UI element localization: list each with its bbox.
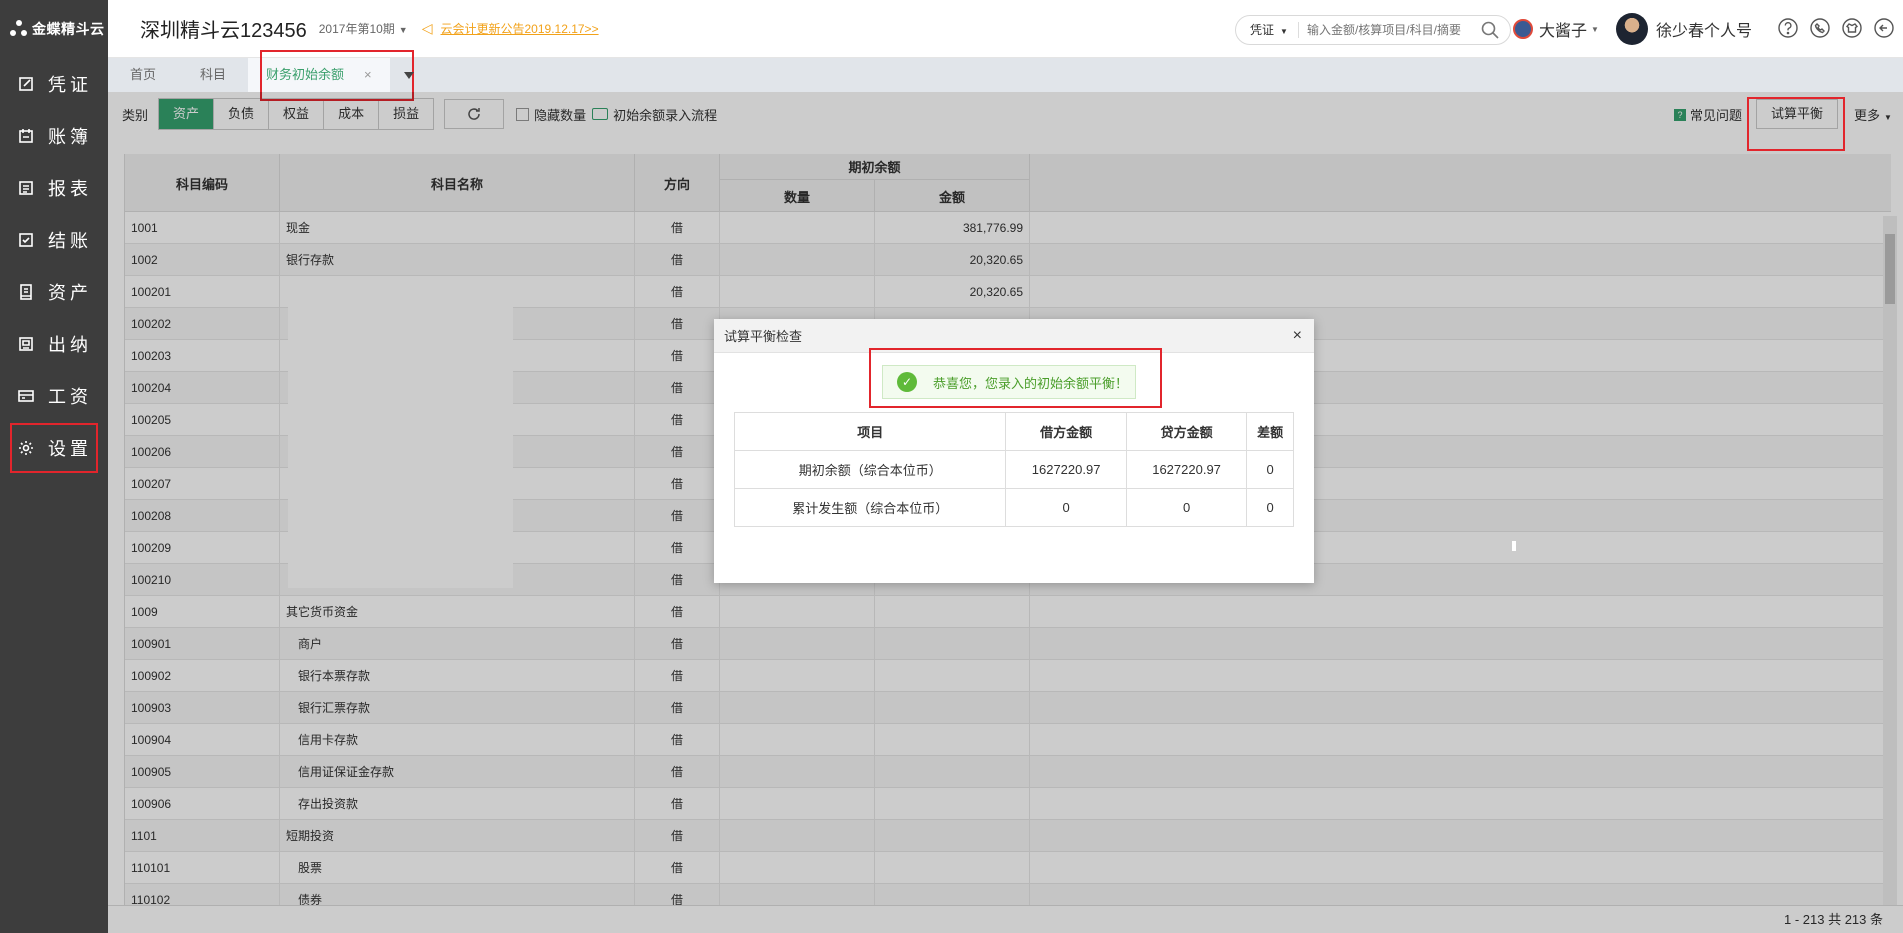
- period-label: 2017年第10期: [318, 22, 395, 36]
- dialog-col-header: 项目: [733, 412, 1007, 451]
- dialog-table-row: 累计发生额（综合本位币） 0 0 0: [733, 488, 1294, 527]
- dialog-cell: 0: [1125, 488, 1248, 527]
- sidebar-item-3[interactable]: 结账: [0, 214, 108, 266]
- checkbox-icon: [16, 230, 36, 250]
- app-root: 金蝶精斗云 凭证账簿报表结账资产出纳工资设置 深圳精斗云123456 2017年…: [0, 0, 1903, 933]
- dialog-cell: 1627220.97: [1005, 450, 1127, 489]
- dialog-table-header: 项目 借方金额 贷方金额 差额: [733, 412, 1294, 451]
- sidebar-item-label: 账簿: [48, 127, 92, 147]
- dialog-col-header: 借方金额: [1005, 412, 1127, 451]
- sidebar-item-4[interactable]: 资产: [0, 266, 108, 318]
- chevron-down-icon: ▼: [398, 25, 408, 35]
- sidebar-item-0[interactable]: 凭证: [0, 58, 108, 110]
- dialog-cell: 期初余额（综合本位币）: [733, 450, 1007, 489]
- search-input[interactable]: [1298, 23, 1480, 37]
- gear-icon: [16, 438, 36, 458]
- chevron-down-icon: ▼: [1280, 27, 1288, 36]
- user-name: 徐少春个人号: [1656, 23, 1753, 40]
- logo-icon: [10, 20, 28, 38]
- sidebar: 金蝶精斗云 凭证账簿报表结账资产出纳工资设置: [0, 0, 108, 933]
- sidebar-item-label: 出纳: [48, 335, 92, 355]
- cashier-icon: [16, 334, 36, 354]
- book-icon: [16, 126, 36, 146]
- check-icon: ✓: [897, 372, 917, 392]
- tab-accounts[interactable]: 科目: [178, 58, 248, 92]
- brand-name: 金蝶精斗云: [32, 21, 105, 37]
- account-name: 大酱子: [1539, 23, 1588, 40]
- dialog-col-header: 差额: [1246, 412, 1294, 451]
- megaphone-icon: ◁: [421, 20, 433, 36]
- trial-balance-dialog: 试算平衡检查 × ✓ 恭喜您，您录入的初始余额平衡！ 项目 借方金额 贷方金额 差额 …: [714, 319, 1314, 583]
- dialog-cell: 累计发生额（综合本位币）: [733, 488, 1007, 527]
- salary-icon: [16, 386, 36, 406]
- sidebar-item-label: 工资: [48, 387, 92, 407]
- cursor-mark: [1512, 541, 1516, 551]
- dialog-table-row: 期初余额（综合本位币） 1627220.97 1627220.97 0: [733, 450, 1294, 489]
- dialog-table-body: 期初余额（综合本位币） 1627220.97 1627220.97 0 累计发生额（综合…: [733, 450, 1294, 527]
- shirt-icon[interactable]: [1841, 17, 1863, 39]
- success-text: 恭喜您，您录入的初始余额平衡！: [933, 375, 1129, 391]
- chevron-down-icon: ▼: [1591, 24, 1599, 34]
- sidebar-item-1[interactable]: 账簿: [0, 110, 108, 162]
- avatar: [1616, 13, 1648, 45]
- dialog-cell: 0: [1246, 488, 1294, 527]
- success-message: ✓ 恭喜您，您录入的初始余额平衡！: [882, 365, 1136, 399]
- tab-home[interactable]: 首页: [108, 58, 178, 92]
- dialog-cell: 1627220.97: [1125, 450, 1248, 489]
- dialog-cell: 0: [1246, 450, 1294, 489]
- account-avatar: [1513, 19, 1533, 39]
- dialog-col-header: 贷方金额: [1125, 412, 1248, 451]
- company-name[interactable]: 深圳精斗云123456: [140, 14, 307, 43]
- sidebar-item-7[interactable]: 设置: [9, 422, 99, 474]
- user-profile[interactable]: 徐少春个人号: [1616, 13, 1752, 45]
- period-selector[interactable]: 2017年第10期 ▼: [319, 20, 408, 37]
- help-icon[interactable]: [1777, 17, 1799, 39]
- search-icon[interactable]: [1480, 20, 1500, 40]
- logout-icon[interactable]: [1873, 17, 1895, 39]
- search-type-select[interactable]: 凭证 ▼: [1236, 22, 1299, 38]
- trial-balance-highlight-box: [1747, 97, 1845, 151]
- close-icon[interactable]: ×: [1293, 327, 1302, 345]
- dialog-title: 试算平衡检查: [724, 329, 803, 344]
- search-type-label: 凭证: [1250, 23, 1275, 37]
- sidebar-item-label: 资产: [48, 283, 92, 303]
- header-actions: [1777, 17, 1895, 39]
- sidebar-item-label: 设置: [48, 439, 92, 459]
- brand-logo[interactable]: 金蝶精斗云: [0, 0, 108, 58]
- edit-icon: [16, 74, 36, 94]
- notice-link[interactable]: 云会计更新公告2019.12.17>>: [441, 20, 599, 37]
- sidebar-item-label: 凭证: [48, 75, 92, 95]
- tab-dropdown-icon[interactable]: [404, 72, 414, 79]
- report-icon: [16, 178, 36, 198]
- trial-balance-table: 项目 借方金额 贷方金额 差额 期初余额（综合本位币） 1627220.97 162722…: [733, 412, 1294, 527]
- sidebar-item-label: 结账: [48, 231, 92, 251]
- sidebar-item-2[interactable]: 报表: [0, 162, 108, 214]
- dialog-cell: 0: [1005, 488, 1127, 527]
- sidebar-item-5[interactable]: 出纳: [0, 318, 108, 370]
- sidebar-item-label: 报表: [48, 179, 92, 199]
- global-search[interactable]: 凭证 ▼: [1235, 15, 1511, 45]
- phone-icon[interactable]: [1809, 17, 1831, 39]
- account-switcher[interactable]: 大酱子 ▼: [1513, 17, 1599, 41]
- sidebar-item-6[interactable]: 工资: [0, 370, 108, 422]
- asset-icon: [16, 282, 36, 302]
